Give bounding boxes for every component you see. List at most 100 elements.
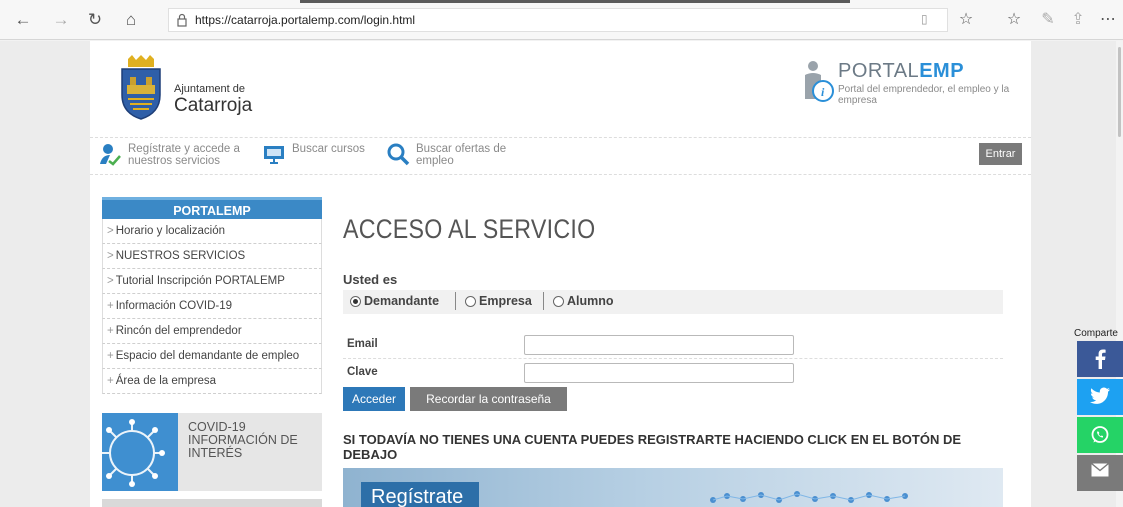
reading-view-icon[interactable]: ▯ xyxy=(921,12,935,26)
sidebar-item-prefix: + xyxy=(107,300,114,312)
sidebar-item-prefix: > xyxy=(107,225,114,237)
pen-icon[interactable]: ✎ xyxy=(1038,10,1058,30)
jobs-link-text: Buscar ofertas de empleo xyxy=(416,143,506,167)
favorites-bar-icon[interactable]: ☆ xyxy=(1004,10,1024,30)
address-bar[interactable]: https://catarroja.portalemp.com/login.ht… xyxy=(168,8,948,32)
email-label: Email xyxy=(347,338,378,350)
favorite-star-icon[interactable]: ☆ xyxy=(956,10,976,30)
sidebar-item-covid[interactable]: + Información COVID-19 xyxy=(102,294,322,319)
covid-line2: INFORMACIÓN DE xyxy=(188,433,298,447)
acceder-button[interactable]: Acceder xyxy=(343,387,405,411)
sidebar-item-label: Espacio del demandante de empleo xyxy=(115,350,300,362)
covid-line1: COVID-19 xyxy=(188,420,246,434)
jobs-line1: Buscar ofertas de xyxy=(416,143,507,155)
role-empresa-label[interactable]: Empresa xyxy=(479,294,532,308)
courses-link[interactable]: Buscar cursos xyxy=(262,141,382,171)
role-alumno-label[interactable]: Alumno xyxy=(567,294,614,308)
role-separator xyxy=(543,292,544,310)
portalemp-title-b: EMP xyxy=(919,60,965,82)
portalemp-title-a: PORTAL xyxy=(838,60,920,82)
url-text: https://catarroja.portalemp.com/login.ht… xyxy=(195,13,416,27)
radio-demandante[interactable] xyxy=(350,296,361,307)
radio-empresa[interactable] xyxy=(465,296,476,307)
sidebar-item-label: Tutorial Inscripción PORTALEMP xyxy=(115,275,285,287)
sidebar-item-prefix: > xyxy=(107,275,114,287)
facebook-icon xyxy=(1095,349,1106,369)
covid-line3: INTERÉS xyxy=(188,446,243,460)
sidebar-item-prefix: + xyxy=(107,375,114,387)
register-line1: Regístrate y accede a xyxy=(128,143,240,155)
recordar-contrasena-button[interactable]: Recordar la contraseña xyxy=(410,387,567,411)
register-banner[interactable]: Regístrate xyxy=(343,468,1003,507)
registrate-button[interactable]: Regístrate xyxy=(361,482,479,507)
lock-icon xyxy=(177,13,187,27)
sidebar-item-prefix: + xyxy=(107,325,114,337)
email-envelope-icon xyxy=(1091,462,1109,477)
sidebar: PORTALEMP > Horario y localización > NUEST… xyxy=(102,197,322,394)
share-facebook-button[interactable] xyxy=(1077,341,1123,377)
virus-icon xyxy=(102,413,178,491)
clave-label: Clave xyxy=(347,366,378,378)
radio-alumno[interactable] xyxy=(553,296,564,307)
sidebar-item-label: Información COVID-19 xyxy=(115,300,233,312)
sidebar-item-label: Horario y localización xyxy=(115,225,226,237)
register-line2: nuestros servicios xyxy=(128,155,221,167)
password-field[interactable] xyxy=(524,363,794,383)
twitter-icon xyxy=(1090,387,1110,404)
sidebar-item-emprendedor[interactable]: + Rincón del emprendedor xyxy=(102,319,322,344)
next-sidebar-banner[interactable] xyxy=(102,499,322,507)
share-email-button[interactable] xyxy=(1077,455,1123,491)
share-whatsapp-button[interactable] xyxy=(1077,417,1123,453)
share-label: Comparte xyxy=(1074,328,1118,339)
sidebar-item-empresa[interactable]: + Área de la empresa xyxy=(102,369,322,394)
portalemp-subtitle: Portal del emprendedor, el empleo y la e… xyxy=(838,84,1010,106)
covid-banner-text: COVID-19 INFORMACIÓN DE INTERÉS xyxy=(188,421,298,460)
portalemp-logo[interactable]: i PORTALEMP Portal del emprendedor, el e… xyxy=(802,59,1022,119)
clave-row: Clave xyxy=(343,359,1003,387)
sidebar-item-prefix: > xyxy=(107,250,114,262)
catarroja-crest-icon xyxy=(121,55,161,120)
presentation-board-icon xyxy=(264,146,284,164)
back-icon[interactable]: ← xyxy=(14,11,32,29)
sidebar-item-tutorial[interactable]: > Tutorial Inscripción PORTALEMP xyxy=(102,269,322,294)
sidebar-item-servicios[interactable]: > NUESTROS SERVICIOS xyxy=(102,244,322,269)
role-selector: Demandante Empresa Alumno xyxy=(343,290,1003,314)
role-separator xyxy=(455,292,456,310)
sidebar-item-horario[interactable]: > Horario y localización xyxy=(102,219,322,244)
refresh-icon[interactable]: ↻ xyxy=(86,11,104,29)
entrar-button[interactable]: Entrar xyxy=(979,143,1022,165)
window-accent-line xyxy=(300,0,850,3)
sidebar-item-label: Área de la empresa xyxy=(115,375,217,387)
share-icon[interactable]: ⇪ xyxy=(1068,10,1088,30)
page-content: Ajuntament de Catarroja i PORTALEMP Port… xyxy=(90,41,1031,507)
ajuntament-logo[interactable]: Ajuntament de Catarroja xyxy=(116,55,266,125)
forward-icon[interactable]: → xyxy=(52,11,70,29)
home-icon[interactable]: ⌂ xyxy=(122,11,140,29)
register-heading: SI TODAVÍA NO TIENES UNA CUENTA PUEDES R… xyxy=(343,432,1003,469)
register-link[interactable]: Regístrate y accede a nuestros servicios xyxy=(98,141,258,171)
usted-es-label: Usted es xyxy=(343,272,398,287)
sidebar-item-demandante[interactable]: + Espacio del demandante de empleo xyxy=(102,344,322,369)
portalemp-title: PORTALEMP xyxy=(838,60,964,83)
browser-toolbar: ← → ↻ ⌂ https://catarroja.portalemp.com/… xyxy=(0,0,1123,40)
sidebar-heading: PORTALEMP xyxy=(102,197,322,219)
page-title: ACCESO AL SERVICIO xyxy=(343,214,596,244)
user-check-icon xyxy=(100,144,121,166)
ajuntament-label: Ajuntament de xyxy=(174,83,245,95)
jobs-link[interactable]: Buscar ofertas de empleo xyxy=(386,141,536,171)
courses-link-text: Buscar cursos xyxy=(292,143,365,155)
ajuntament-name: Catarroja xyxy=(174,95,253,116)
more-icon[interactable]: ⋯ xyxy=(1098,10,1118,30)
email-row: Email xyxy=(343,331,1003,359)
email-field[interactable] xyxy=(524,335,794,355)
sidebar-item-label: NUESTROS SERVICIOS xyxy=(115,250,246,262)
register-link-text: Regístrate y accede a nuestros servicios xyxy=(128,143,240,167)
info-person-icon: i xyxy=(805,61,834,102)
covid-banner[interactable]: COVID-19 INFORMACIÓN DE INTERÉS xyxy=(102,413,322,491)
network-people-graphic xyxy=(710,491,908,503)
sidebar-item-label: Rincón del emprendedor xyxy=(115,325,242,337)
sidebar-item-prefix: + xyxy=(107,350,114,362)
scrollbar-thumb[interactable] xyxy=(1118,47,1121,137)
share-twitter-button[interactable] xyxy=(1077,379,1123,415)
role-demandante-label[interactable]: Demandante xyxy=(364,294,439,308)
